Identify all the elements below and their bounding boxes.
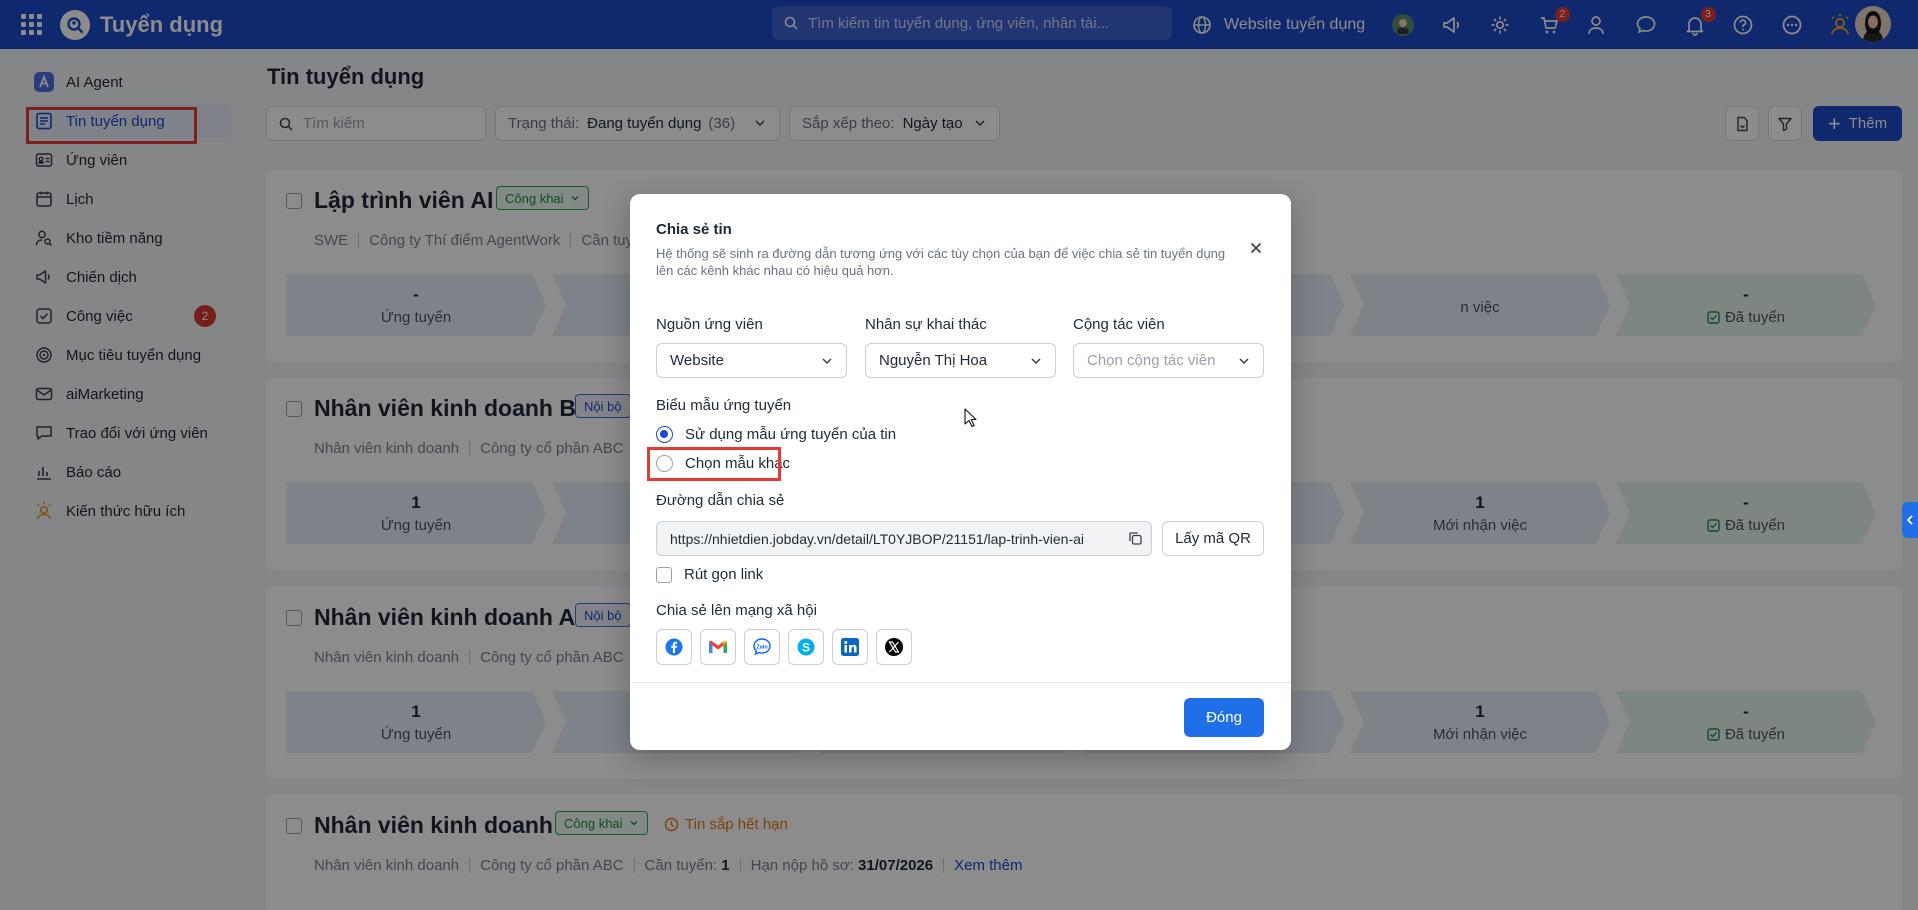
radio-label: Sử dụng mẫu ứng tuyển của tin: [685, 426, 897, 443]
chevron-down-icon: [822, 358, 832, 365]
source-label: Nguồn ứng viên: [656, 316, 763, 333]
share-link-value: https://nhietdien.jobday.vn/detail/LT0YJ…: [670, 530, 1085, 547]
linkedin-icon[interactable]: [832, 629, 868, 665]
social-share-label: Chia sẻ lên mạng xã hội: [656, 602, 817, 619]
checkbox-label: Rút gọn link: [684, 566, 764, 583]
facebook-icon[interactable]: [656, 629, 692, 665]
radio-button-checked[interactable]: [656, 426, 673, 443]
share-link-input[interactable]: https://nhietdien.jobday.vn/detail/LT0YJ…: [656, 521, 1152, 556]
social-share-buttons: Zalo S: [656, 629, 920, 665]
staff-select-value: Nguyễn Thị Hoa: [879, 352, 988, 369]
checkbox[interactable]: [656, 566, 672, 583]
staff-select[interactable]: Nguyễn Thị Hoa: [865, 343, 1056, 378]
x-icon[interactable]: [876, 629, 912, 665]
modal-title: Chia sẻ tin: [656, 221, 732, 238]
radio-use-job-form[interactable]: Sử dụng mẫu ứng tuyển của tin: [656, 426, 896, 443]
radio-button[interactable]: [656, 455, 673, 472]
radio-choose-other-form[interactable]: Chọn mẫu khác: [656, 455, 790, 472]
skype-icon[interactable]: S: [788, 629, 824, 665]
collaborator-select[interactable]: Chọn cộng tác viên: [1073, 343, 1264, 378]
chevron-down-icon: [1239, 358, 1249, 365]
copy-icon[interactable]: [1128, 531, 1143, 546]
collaborator-label: Cộng tác viên: [1073, 316, 1165, 333]
share-link-label: Đường dẫn chia sẻ: [656, 492, 785, 509]
get-qr-button[interactable]: Lấy mã QR: [1162, 521, 1264, 556]
application-form-label: Biểu mẫu ứng tuyển: [656, 397, 792, 414]
chevron-left-icon: [1906, 515, 1913, 525]
svg-text:S: S: [802, 641, 810, 655]
modal-divider: [630, 682, 1291, 683]
close-icon[interactable]: [1246, 238, 1266, 258]
staff-label: Nhân sự khai thác: [865, 316, 987, 333]
zalo-icon[interactable]: Zalo: [744, 629, 780, 665]
side-panel-toggle[interactable]: [1902, 502, 1918, 538]
chevron-down-icon: [1031, 358, 1041, 365]
gmail-icon[interactable]: [700, 629, 736, 665]
source-select[interactable]: Website: [656, 343, 847, 378]
modal-description: Hệ thống sẽ sinh ra đường dẫn tương ứng …: [656, 246, 1226, 278]
svg-text:Zalo: Zalo: [756, 645, 768, 651]
collaborator-select-placeholder: Chọn cộng tác viên: [1087, 352, 1216, 369]
source-select-value: Website: [670, 352, 724, 369]
mouse-cursor-icon: [964, 408, 978, 432]
close-button[interactable]: Đóng: [1184, 698, 1264, 737]
shorten-link-checkbox[interactable]: Rút gọn link: [656, 566, 763, 583]
share-job-modal: Chia sẻ tin Hệ thống sẽ sinh ra đường dẫ…: [630, 194, 1291, 750]
radio-label: Chọn mẫu khác: [685, 455, 791, 472]
